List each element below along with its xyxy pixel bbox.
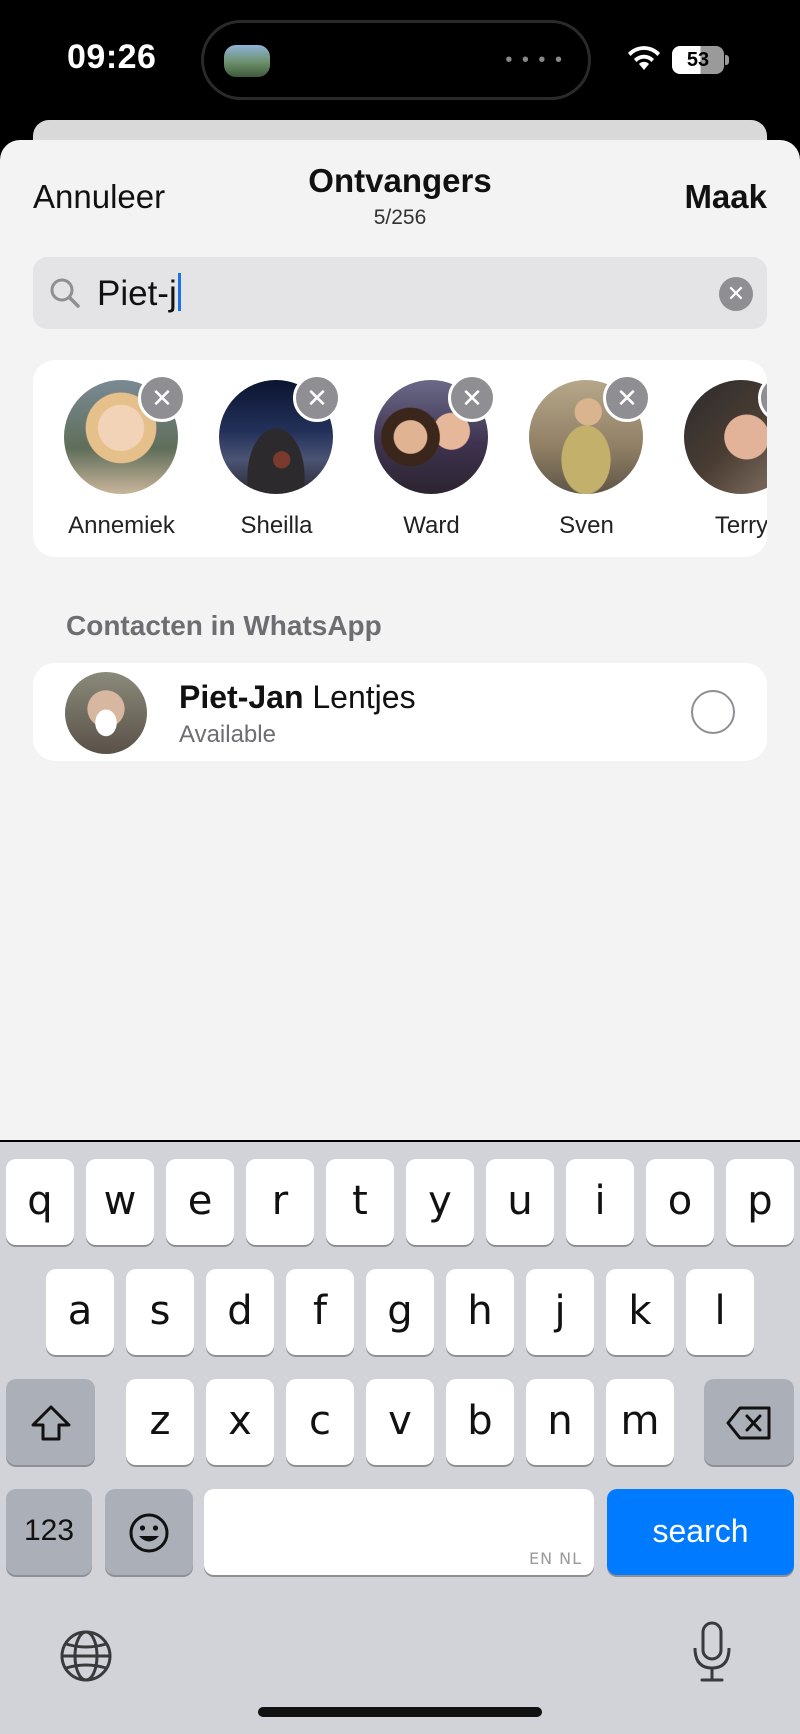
key-d[interactable]: d bbox=[206, 1269, 274, 1355]
key-j[interactable]: j bbox=[526, 1269, 594, 1355]
selected-recipients: ✕ Annemiek ✕ Sheilla ✕ Ward ✕ Sven ✕ Ter… bbox=[33, 360, 767, 557]
key-m[interactable]: m bbox=[606, 1379, 674, 1465]
chip-name: Terry bbox=[714, 512, 767, 539]
battery-nub bbox=[725, 55, 729, 65]
key-u[interactable]: u bbox=[486, 1159, 554, 1245]
remove-chip-button[interactable]: ✕ bbox=[293, 374, 341, 422]
contact-status: Available bbox=[179, 721, 276, 748]
selected-chip[interactable]: ✕ Sheilla bbox=[219, 374, 341, 540]
avatar bbox=[65, 672, 147, 754]
selected-chip[interactable]: ✕ Annemiek bbox=[64, 374, 186, 540]
language-hint: EN NL bbox=[528, 1549, 582, 1568]
chip-name: Ward bbox=[403, 512, 460, 539]
backspace-icon bbox=[726, 1406, 771, 1440]
key-f[interactable]: f bbox=[286, 1269, 354, 1355]
contact-name-rest: Lentjes bbox=[303, 679, 416, 715]
key-e[interactable]: e bbox=[166, 1159, 234, 1245]
select-radio[interactable] bbox=[691, 690, 735, 734]
avatar bbox=[684, 380, 767, 494]
status-bar: 09:26 • • • • 53 bbox=[0, 0, 800, 120]
key-g[interactable]: g bbox=[366, 1269, 434, 1355]
key-q[interactable]: q bbox=[6, 1159, 74, 1245]
microphone-icon[interactable] bbox=[690, 1620, 734, 1684]
recipients-sheet: Annuleer Ontvangers 5/256 Maak Piet-j ✕ … bbox=[0, 140, 800, 1140]
selected-chip[interactable]: ✕ Terry bbox=[684, 374, 767, 540]
numbers-key[interactable]: 123 bbox=[6, 1489, 92, 1575]
key-z[interactable]: z bbox=[126, 1379, 194, 1465]
globe-icon[interactable] bbox=[58, 1628, 114, 1684]
page-title: Ontvangers bbox=[308, 162, 492, 199]
contact-name: Piet-Jan Lentjes bbox=[179, 679, 416, 716]
chip-name: Sheilla bbox=[240, 512, 313, 539]
chip-name: Annemiek bbox=[68, 512, 175, 539]
key-c[interactable]: c bbox=[286, 1379, 354, 1465]
dynamic-island[interactable]: • • • • bbox=[201, 20, 591, 100]
space-key[interactable]: EN NL bbox=[204, 1489, 594, 1575]
key-v[interactable]: v bbox=[366, 1379, 434, 1465]
key-a[interactable]: a bbox=[46, 1269, 114, 1355]
search-value: Piet-j bbox=[97, 274, 177, 313]
wifi-icon bbox=[628, 46, 660, 70]
key-n[interactable]: n bbox=[526, 1379, 594, 1465]
key-b[interactable]: b bbox=[446, 1379, 514, 1465]
key-s[interactable]: s bbox=[126, 1269, 194, 1355]
key-h[interactable]: h bbox=[446, 1269, 514, 1355]
key-w[interactable]: w bbox=[86, 1159, 154, 1245]
selected-chip[interactable]: ✕ Sven bbox=[529, 374, 651, 540]
live-activity-thumbnail bbox=[224, 45, 270, 77]
key-t[interactable]: t bbox=[326, 1159, 394, 1245]
remove-chip-button[interactable]: ✕ bbox=[448, 374, 496, 422]
status-time: 09:26 bbox=[67, 38, 157, 76]
clear-search-button[interactable]: ✕ bbox=[719, 277, 753, 311]
key-r[interactable]: r bbox=[246, 1159, 314, 1245]
emoji-key[interactable] bbox=[105, 1489, 193, 1575]
home-indicator[interactable] bbox=[258, 1707, 542, 1717]
shift-icon bbox=[31, 1405, 70, 1441]
chip-name: Sven bbox=[559, 512, 614, 539]
section-header: Contacten in WhatsApp bbox=[66, 610, 382, 641]
search-text: Piet-j bbox=[97, 273, 181, 314]
selection-count: 5/256 bbox=[373, 206, 427, 229]
key-x[interactable]: x bbox=[206, 1379, 274, 1465]
contact-name-match: Piet-Jan bbox=[179, 679, 304, 715]
selected-chip[interactable]: ✕ Ward bbox=[374, 374, 496, 540]
key-o[interactable]: o bbox=[646, 1159, 714, 1245]
text-caret bbox=[177, 273, 181, 311]
emoji-icon bbox=[129, 1513, 169, 1553]
key-i[interactable]: i bbox=[566, 1159, 634, 1245]
create-button[interactable]: Maak bbox=[684, 178, 767, 216]
search-input[interactable]: Piet-j ✕ bbox=[33, 257, 767, 329]
remove-chip-button[interactable]: ✕ bbox=[138, 374, 186, 422]
key-l[interactable]: l bbox=[686, 1269, 754, 1355]
key-p[interactable]: p bbox=[726, 1159, 794, 1245]
backspace-key[interactable] bbox=[704, 1379, 794, 1465]
contact-row[interactable]: Piet-Jan Lentjes Available bbox=[33, 663, 767, 761]
more-dots-icon: • • • • bbox=[505, 49, 564, 71]
search-key[interactable]: search bbox=[607, 1489, 794, 1575]
battery-icon: 53 bbox=[672, 46, 724, 74]
remove-chip-button[interactable]: ✕ bbox=[603, 374, 651, 422]
key-k[interactable]: k bbox=[606, 1269, 674, 1355]
shift-key[interactable] bbox=[6, 1379, 95, 1465]
search-icon bbox=[50, 278, 80, 308]
key-y[interactable]: y bbox=[406, 1159, 474, 1245]
